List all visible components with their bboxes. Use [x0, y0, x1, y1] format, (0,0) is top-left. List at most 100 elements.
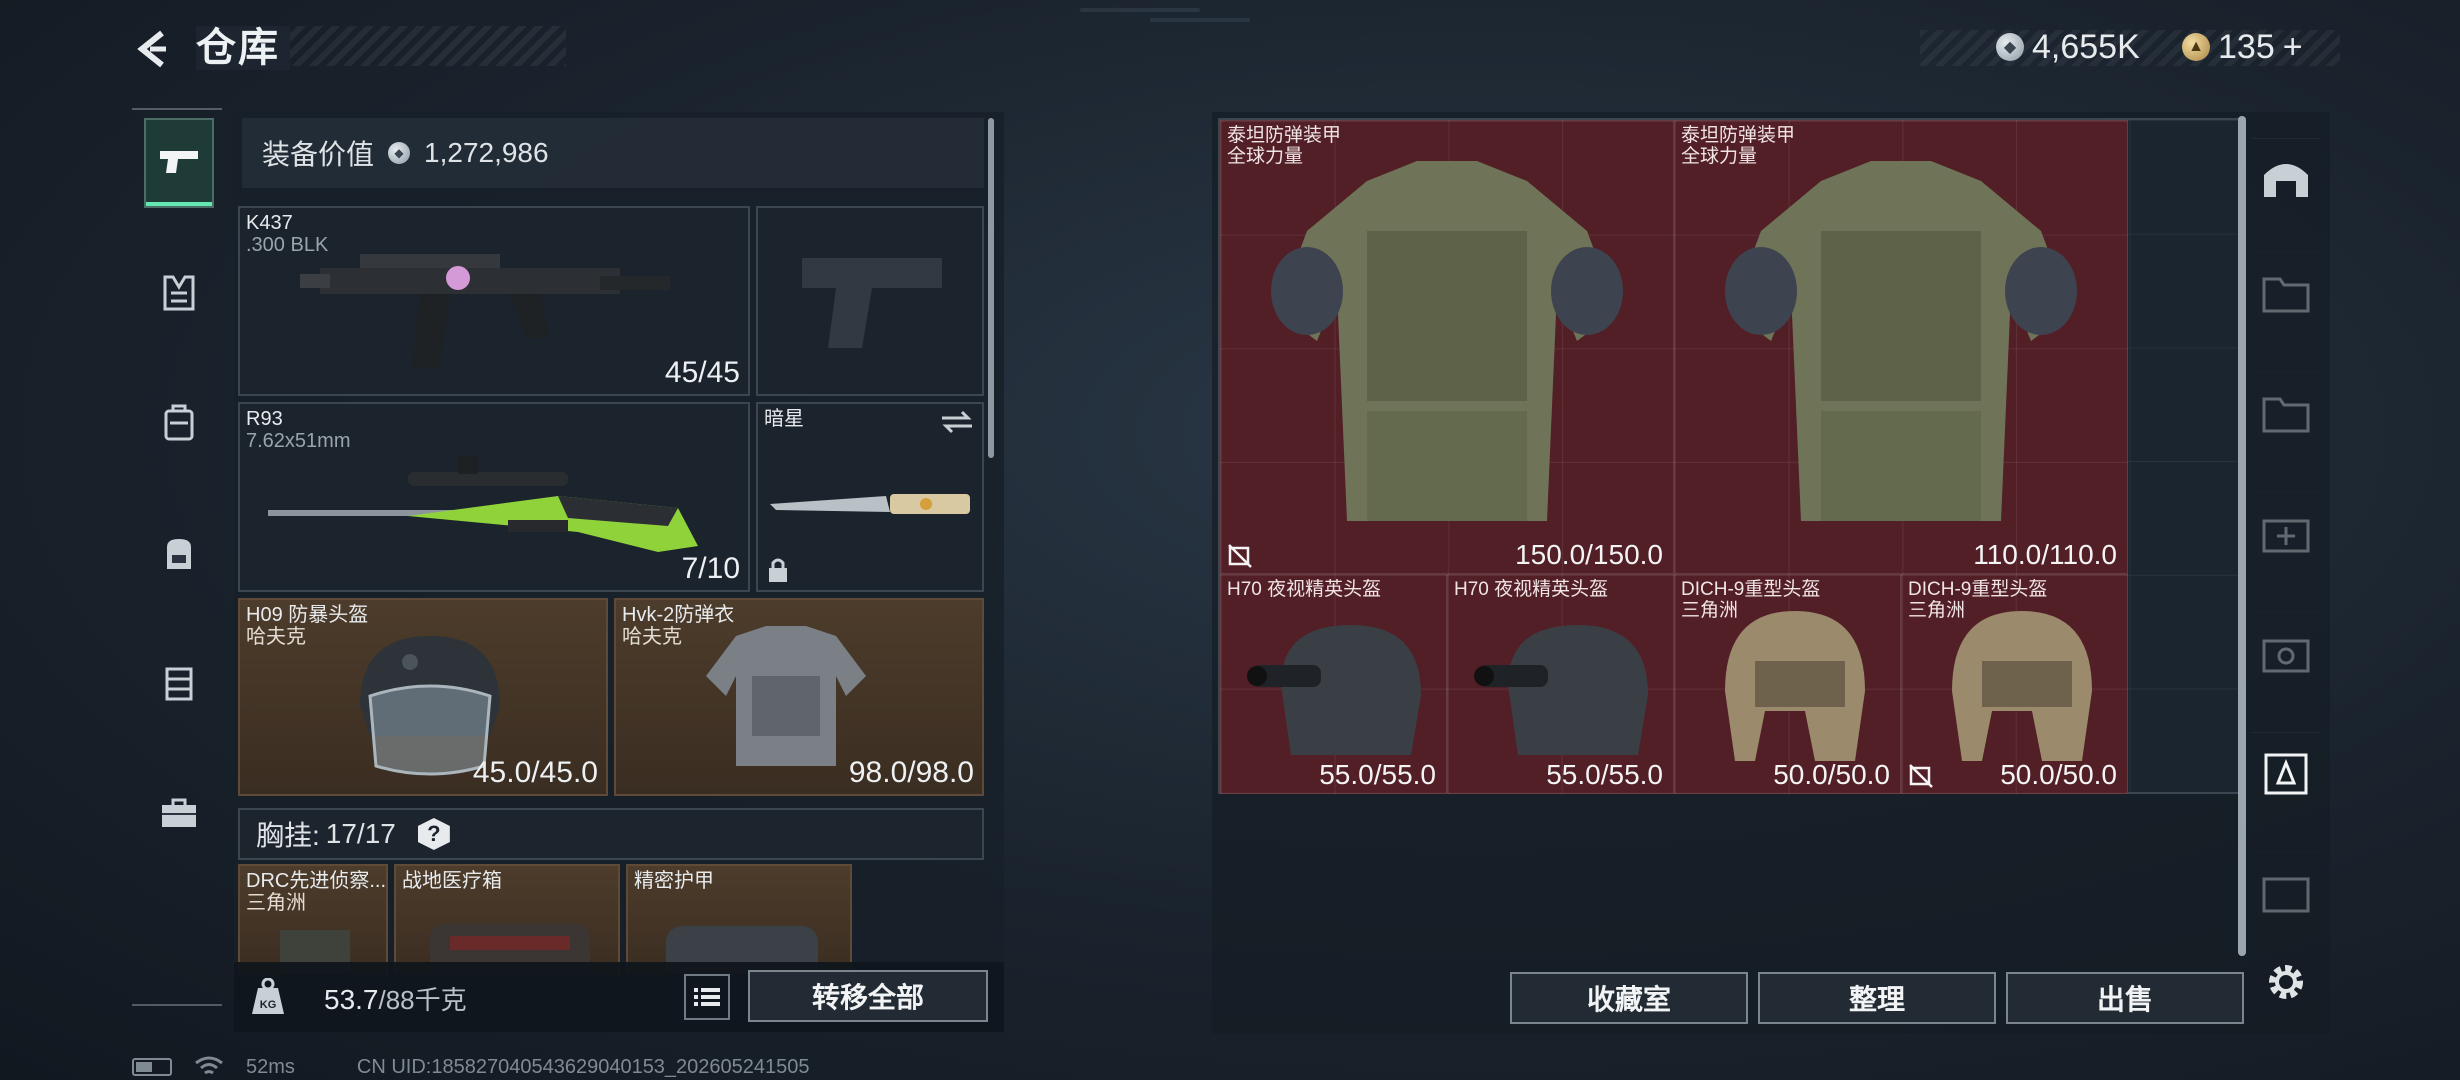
armor-name: Hvk-2防弹衣	[622, 604, 735, 626]
knife-icon	[770, 494, 970, 514]
loadout-tab-rail	[132, 108, 226, 1008]
tab-armor[interactable]	[144, 248, 214, 338]
silver-coin-icon: ◆	[1996, 33, 2024, 61]
primary-weapon-slot[interactable]: K437 .300 BLK 45/45	[238, 206, 750, 396]
weapon-durability: 45/45	[664, 356, 740, 389]
stash-item[interactable]: DICH-9重型头盔 三角洲 50.0/50.0	[1901, 574, 2128, 794]
tab-safebox[interactable]	[144, 638, 214, 728]
collection-room-button[interactable]: 收藏室	[1510, 972, 1748, 1024]
night-vision-helmet-icon	[1474, 625, 1648, 755]
tab-special[interactable]	[144, 768, 214, 858]
equipment-value: 1,272,986	[424, 137, 549, 168]
armor-slot[interactable]: Hvk-2防弹衣 哈夫克 98.0/98.0	[614, 598, 984, 796]
stash-page-tab[interactable]	[2252, 612, 2320, 692]
armor-durability: 98.0/98.0	[848, 756, 974, 789]
chest-item-slot[interactable]: 精密护甲	[626, 864, 852, 974]
item-maker: 三角洲	[1681, 600, 1739, 621]
add-currency-button[interactable]: +	[2283, 28, 2303, 67]
swap-icon[interactable]	[940, 410, 974, 434]
chest-rig-bar[interactable]: 胸挂: 17/17 ?	[238, 808, 984, 860]
night-vision-helmet-icon	[1247, 625, 1421, 755]
folder-icon	[2262, 397, 2310, 432]
stash-item[interactable]: H70 夜视精英头盔 55.0/55.0	[1447, 574, 1674, 794]
gear-icon	[2269, 965, 2303, 999]
stash-item[interactable]: 泰坦防弹装甲 全球力量 110.0/110.0	[1674, 120, 2128, 574]
item-durability: 150.0/150.0	[1515, 539, 1663, 570]
item-durability: 55.0/55.0	[1546, 759, 1663, 790]
stash-item[interactable]: H70 夜视精英头盔 55.0/55.0	[1220, 574, 1447, 794]
help-icon[interactable]: ?	[417, 818, 450, 850]
helmet-slot[interactable]: H09 防暴头盔 哈夫克 45.0/45.0	[238, 598, 608, 796]
briefcase-icon	[162, 798, 196, 827]
silver-currency: ◆ 4,655K	[1996, 28, 2140, 66]
sidearm-slot[interactable]	[756, 206, 984, 396]
organize-button[interactable]: 整理	[1758, 972, 1996, 1024]
pistol-icon	[160, 151, 198, 173]
stash-scrollbar[interactable]	[2238, 116, 2246, 956]
panel-scrollbar[interactable]	[988, 118, 994, 458]
settings-button[interactable]	[2252, 942, 2320, 1022]
lock-icon	[769, 558, 787, 582]
tab-backpack[interactable]	[144, 508, 214, 598]
sell-button[interactable]: 出售	[2006, 972, 2244, 1024]
melee-slot[interactable]: 暗星	[756, 402, 984, 592]
loadout-panel: 装备价值 ◆ 1,272,986 K437 .300 BLK 45/45 R93…	[234, 112, 1004, 1032]
back-button[interactable]	[130, 24, 178, 74]
gti-case-icon	[2262, 877, 2310, 912]
gold-currency[interactable]: ▲ 135 +	[2182, 28, 2303, 66]
vault-icon	[2264, 163, 2308, 197]
item-durability: 110.0/110.0	[1973, 539, 2117, 570]
non-tradeable-icon	[1909, 764, 1933, 788]
non-tradeable-icon	[1228, 544, 1252, 568]
gold-amount: 135	[2218, 27, 2275, 66]
heavy-helmet-icon	[1952, 611, 2092, 761]
silver-coin-icon: ◆	[388, 142, 411, 164]
wifi-icon	[195, 1056, 223, 1075]
pistol-placeholder-icon	[802, 258, 942, 348]
equipment-value-label: 装备价值	[262, 139, 375, 170]
rail-divider	[132, 1004, 222, 1006]
list-view-button[interactable]	[684, 974, 730, 1020]
backpack-vest-icon	[164, 404, 194, 441]
stash-item[interactable]: 泰坦防弹装甲 全球力量 150.0/150.0	[1220, 120, 1674, 574]
stash-page-tab[interactable]	[2252, 138, 2320, 218]
current-weight: 53.7	[324, 984, 379, 1015]
gold-coin-icon: ▲	[2182, 33, 2210, 61]
item-name: DICH-9重型头盔	[1681, 579, 1821, 600]
ping-readout: 52ms	[246, 1055, 295, 1078]
item-maker: 全球力量	[1681, 146, 1758, 167]
item-maker: 三角洲	[1908, 600, 1966, 621]
item-maker: 全球力量	[1227, 146, 1304, 167]
stash-page-tab-active[interactable]	[2252, 732, 2320, 812]
ammo-box-icon	[2262, 639, 2310, 672]
item-durability: 50.0/50.0	[2000, 759, 2117, 790]
transfer-all-button[interactable]: 转移全部	[748, 970, 988, 1022]
chest-item-slot[interactable]: DRC先进侦察... 三角洲	[238, 864, 388, 974]
list-icon	[694, 988, 720, 1006]
weapon-ammo: 7.62x51mm	[246, 430, 351, 452]
item-name: DICH-9重型头盔	[1908, 579, 2048, 600]
heavy-helmet-icon	[1725, 611, 1865, 761]
stash-page-tab[interactable]	[2252, 492, 2320, 572]
chevron-left-icon	[137, 30, 166, 68]
item-name: 泰坦防弹装甲	[1227, 125, 1342, 146]
stash-page-tab[interactable]	[2252, 372, 2320, 452]
rail-divider	[132, 108, 222, 110]
chest-item-name: 精密护甲	[634, 870, 714, 892]
chest-item-name: DRC先进侦察...	[246, 870, 386, 892]
stash-item[interactable]: DICH-9重型头盔 三角洲 50.0/50.0	[1674, 574, 1901, 794]
tab-weapons[interactable]	[144, 118, 214, 208]
stash-grid: 泰坦防弹装甲 全球力量 150.0/150.0 泰坦防弹装甲 全球力量 110.…	[1218, 118, 2242, 794]
secondary-weapon-slot[interactable]: R93 7.62x51mm 7/10	[238, 402, 750, 592]
chest-item-name: 战地医疗箱	[402, 870, 502, 892]
status-footer: 52ms CN UID:185827040543629040153_202605…	[132, 1054, 810, 1080]
stash-page-tab[interactable]	[2252, 252, 2320, 332]
chest-item-slot[interactable]: 战地医疗箱	[394, 864, 620, 974]
tab-chest-rig[interactable]	[144, 378, 214, 468]
helmet-maker: 哈夫克	[246, 626, 306, 648]
helmet-name: H09 防暴头盔	[246, 604, 369, 626]
chest-rig-count: 17/17	[325, 818, 396, 849]
stash-page-tab[interactable]	[2252, 852, 2320, 932]
scroll-thumb[interactable]	[2238, 116, 2246, 956]
case-icon	[165, 667, 193, 701]
